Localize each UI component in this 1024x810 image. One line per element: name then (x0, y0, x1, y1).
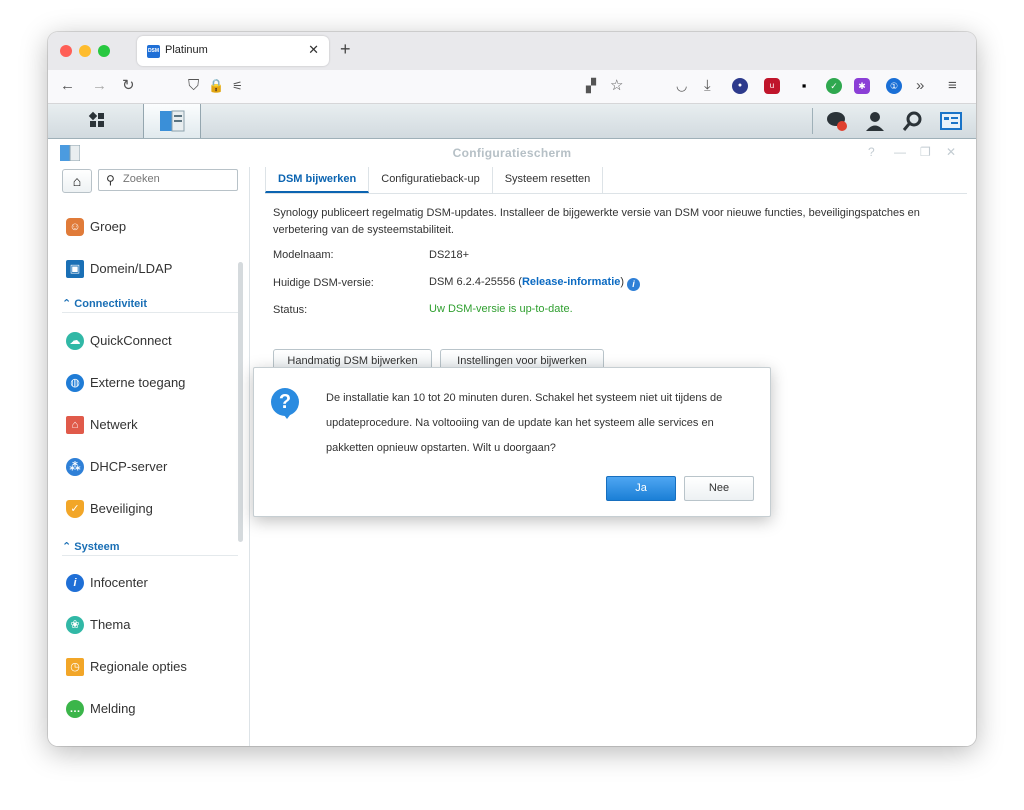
shield-icon: ✓ (66, 500, 84, 518)
tab-bar: DSM bijwerken Configuratieback-up Systee… (265, 167, 604, 193)
back-icon[interactable]: ← (60, 78, 75, 94)
help-icon[interactable]: ? (868, 145, 875, 159)
sidebar-item-quickconnect[interactable]: ☁ QuickConnect (48, 323, 238, 359)
sidebar-scrollbar[interactable] (238, 262, 243, 542)
dhcp-icon: ⁂ (66, 458, 84, 476)
search-icon[interactable] (902, 110, 924, 132)
tab-configuratieback-up[interactable]: Configuratieback-up (369, 167, 493, 193)
taskbar-control-panel-button[interactable] (143, 104, 201, 138)
sidebar-item-thema[interactable]: ❀ Thema (48, 607, 238, 643)
search-magnifier-icon: ⚲ (106, 173, 115, 187)
widgets-icon[interactable] (940, 110, 962, 132)
apps-grid-icon (88, 111, 104, 127)
palette-icon: ❀ (66, 616, 84, 634)
check-extension-icon[interactable]: ✓ (826, 78, 842, 94)
maximize-window-button[interactable] (98, 45, 110, 57)
permissions-icon[interactable]: ⚟ (232, 78, 243, 94)
domain-icon: ▣ (66, 260, 84, 278)
house-icon: ⌂ (66, 416, 84, 434)
update-description: Synology publiceert regelmatig DSM-updat… (273, 207, 920, 236)
new-tab-button[interactable]: + (340, 39, 351, 60)
lock-icon[interactable]: 🔒 (208, 78, 224, 94)
sidebar-item-regionale-opties[interactable]: ◷ Regionale opties (48, 649, 238, 685)
app-window-header: Configuratiescherm ? — ❐ ✕ (48, 139, 976, 167)
home-button[interactable]: ⌂ (62, 169, 92, 193)
no-button[interactable]: Nee (684, 476, 754, 501)
app-window-title: Configuratiescherm (452, 146, 572, 160)
sidebar-item-beveiliging[interactable]: ✓ Beveiliging (48, 491, 238, 527)
info-icon[interactable]: i (627, 278, 641, 291)
close-app-icon[interactable]: ✕ (946, 145, 956, 159)
release-info-link[interactable]: Release-informatie (522, 276, 620, 288)
search-input[interactable] (123, 173, 233, 185)
sidebar-item-dhcp-server[interactable]: ⁂ DHCP-server (48, 449, 238, 485)
shield-tracking-icon[interactable]: ⛉ (188, 78, 199, 94)
ublock-icon[interactable]: u (764, 78, 780, 94)
close-tab-icon[interactable]: ✕ (308, 42, 319, 58)
sidebar: ⌂ ⚲ ☺ Groep ▣ Domein/LDAP ⌃ Connectivite… (48, 167, 250, 746)
extension-grid-icon[interactable]: ▪ (796, 78, 812, 94)
tab-dsm-bijwerken[interactable]: DSM bijwerken (265, 167, 370, 193)
reload-icon[interactable]: ↻ (122, 78, 135, 94)
version-label: Huidige DSM-versie: (273, 277, 374, 289)
menu-hamburger-icon[interactable]: ≡ (948, 78, 957, 94)
model-value: DS218+ (429, 249, 470, 261)
snowflake-extension-icon[interactable]: ✱ (854, 78, 870, 94)
confirm-update-dialog: ? De installatie kan 10 tot 20 minuten d… (253, 367, 771, 517)
globe-icon: ◍ (66, 374, 84, 392)
tab-systeem-resetten[interactable]: Systeem resetten (493, 167, 604, 193)
download-icon[interactable]: ⤓ (704, 78, 711, 94)
dialog-message: De installatie kan 10 tot 20 minuten dur… (326, 392, 723, 454)
tab-divider (265, 193, 967, 194)
overflow-chevron-icon[interactable]: » (916, 78, 924, 94)
sidebar-item-domein-ldap[interactable]: ▣ Domein/LDAP (48, 251, 238, 287)
browser-nav-bar: ← → ↻ ⛉ 🔒 ⚟ ▞ ☆ ◡ ⤓ ● u ▪ ✓ ✱ ① » ≡ (48, 70, 976, 104)
model-label: Modelnaam: (273, 249, 334, 261)
pocket-icon[interactable]: ◡ (676, 78, 687, 94)
browser-tab-strip: DSM Platinum ✕ + (48, 32, 976, 70)
home-icon: ⌂ (72, 173, 82, 189)
minimize-window-button[interactable] (79, 45, 91, 57)
extension-planet-icon[interactable]: ● (732, 78, 748, 94)
bookmark-star-icon[interactable]: ☆ (610, 78, 623, 94)
yes-button[interactable]: Ja (606, 476, 676, 501)
dsm-favicon-icon: DSM (147, 45, 160, 58)
version-value: DSM 6.2.4-25556 (Release-informatie) i (429, 276, 641, 291)
browser-tab-title: Platinum (165, 44, 208, 56)
section-header-connectiviteit[interactable]: ⌃ Connectiviteit (62, 297, 238, 313)
restore-app-icon[interactable]: ❐ (920, 145, 931, 159)
control-panel-icon (160, 110, 185, 132)
close-window-button[interactable] (60, 45, 72, 57)
regional-icon: ◷ (66, 658, 84, 676)
sidebar-item-groep[interactable]: ☺ Groep (48, 209, 238, 245)
sidebar-item-netwerk[interactable]: ⌂ Netwerk (48, 407, 238, 443)
main-menu-button[interactable] (64, 104, 126, 138)
chat-icon: … (66, 700, 84, 718)
user-icon[interactable] (864, 110, 886, 132)
sidebar-item-externe-toegang[interactable]: ◍ Externe toegang (48, 365, 238, 401)
section-header-systeem[interactable]: ⌃ Systeem (62, 540, 238, 556)
dsm-taskbar (48, 104, 976, 139)
sidebar-item-melding[interactable]: … Melding (48, 691, 238, 727)
password-manager-icon[interactable]: ① (886, 78, 902, 94)
status-label: Status: (273, 304, 308, 316)
forward-icon[interactable]: → (92, 78, 107, 94)
browser-tab[interactable]: DSM Platinum ✕ (137, 36, 329, 66)
notifications-chat-icon[interactable] (826, 110, 848, 132)
info-icon: i (66, 574, 84, 592)
status-value: Uw DSM-versie is up-to-date. (429, 303, 573, 315)
quickconnect-icon: ☁ (66, 332, 84, 350)
sidebar-search[interactable]: ⚲ (98, 169, 238, 191)
sidebar-item-infocenter[interactable]: i Infocenter (48, 565, 238, 601)
group-icon: ☺ (66, 218, 84, 236)
question-icon-tail (281, 411, 293, 419)
minimize-app-icon[interactable]: — (894, 145, 906, 159)
grid-extension-icon[interactable]: ▞ (586, 78, 596, 94)
